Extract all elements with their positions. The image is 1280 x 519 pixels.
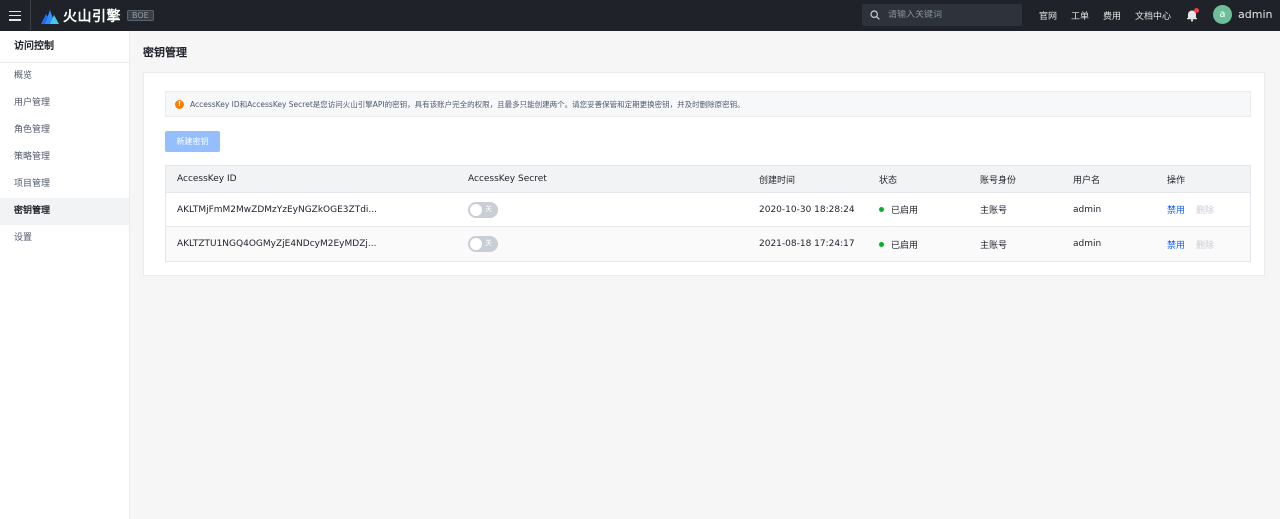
search-icon [870,10,880,20]
header-status: 状态 [879,175,898,186]
warning-icon: ! [175,99,184,109]
sidebar-item-policies[interactable]: 策略管理 [0,144,129,171]
volcano-logo-icon [41,9,59,24]
row-username: admin [1073,239,1102,249]
header-identity: 账号身份 [980,175,1017,186]
access-key-id: AKLTZTU1NGQ4OGMyZjE4NDcyM2EyMDZj... [177,239,377,249]
disable-key-link[interactable]: 禁用 [1167,238,1185,251]
brand-name: 火山引擎 [63,8,121,25]
delete-key-link[interactable]: 删除 [1196,203,1214,216]
search-input[interactable] [888,10,1008,20]
row-username: admin [1073,204,1102,215]
info-alert: ! AccessKey ID和AccessKey Secret是您访问火山引擎A… [165,91,1251,117]
menu-toggle-button[interactable] [0,0,31,31]
sidebar-item-overview[interactable]: 概览 [0,63,129,90]
sidebar-item-keys[interactable]: 密钥管理 [0,198,129,225]
top-navigation-bar: 火山引擎 BOE 官网 工单 费用 文档中心 a admin [0,0,1280,31]
created-time: 2021-08-18 17:24:17 [759,239,855,249]
status-dot-icon [879,207,884,212]
toggle-label: 关 [485,239,492,247]
header-created-time: 创建时间 [759,175,796,186]
hamburger-icon [9,10,21,21]
new-key-button[interactable]: 新建密钥 [165,131,220,152]
access-key-id: AKLTMjFmM2MwZDMzYzEyNGZkOGE3ZTdi... [177,204,377,215]
sidebar-title: 访问控制 [0,31,129,63]
nav-link-docs[interactable]: 文档中心 [1135,9,1171,22]
sidebar-item-roles[interactable]: 角色管理 [0,117,129,144]
account-identity: 主账号 [980,206,1008,216]
status-dot-icon [879,241,884,247]
status-text: 已启用 [891,240,919,251]
delete-key-link[interactable]: 删除 [1196,238,1214,251]
access-key-table: AccessKey ID AccessKey Secret 创建时间 状态 账号… [165,165,1251,262]
header-access-key-secret: AccessKey Secret [468,174,547,184]
alert-text: AccessKey ID和AccessKey Secret是您访问火山引擎API… [190,99,745,109]
secret-visibility-toggle[interactable]: 关 [468,201,498,218]
created-time: 2020-10-30 18:28:24 [759,204,855,215]
sidebar: 访问控制 概览 用户管理 角色管理 策略管理 项目管理 密钥管理 设置 [0,31,130,519]
secret-visibility-toggle[interactable]: 关 [468,236,498,252]
notification-dot [1194,8,1199,13]
avatar[interactable]: a [1213,5,1232,24]
brand-logo[interactable]: 火山引擎 BOE [41,6,154,26]
toggle-knob [470,203,482,216]
toggle-label: 关 [485,204,492,213]
sidebar-item-settings[interactable]: 设置 [0,225,129,252]
page-title: 密钥管理 [143,46,187,59]
header-access-key-id: AccessKey ID [177,174,237,184]
username[interactable]: admin [1238,8,1272,21]
toggle-knob [470,238,482,250]
header-actions: 操作 [1167,175,1186,186]
sidebar-item-projects[interactable]: 项目管理 [0,171,129,198]
status-text: 已启用 [891,206,919,216]
nav-link-billing[interactable]: 费用 [1103,9,1121,22]
header-username: 用户名 [1073,175,1101,186]
environment-badge: BOE [127,10,154,21]
notification-button[interactable] [1185,8,1199,22]
nav-link-tickets[interactable]: 工单 [1071,9,1089,22]
content-card: ! AccessKey ID和AccessKey Secret是您访问火山引擎A… [143,72,1265,276]
nav-link-official-site[interactable]: 官网 [1039,9,1057,22]
table-row: AKLTZTU1NGQ4OGMyZjE4NDcyM2EyMDZj... 关 20… [166,227,1250,261]
table-row: AKLTMjFmM2MwZDMzYzEyNGZkOGE3ZTdi... 关 20… [166,193,1250,227]
disable-key-link[interactable]: 禁用 [1167,203,1185,216]
sidebar-item-users[interactable]: 用户管理 [0,90,129,117]
account-identity: 主账号 [980,240,1008,251]
global-search[interactable] [862,4,1022,26]
table-header: AccessKey ID AccessKey Secret 创建时间 状态 账号… [166,166,1250,193]
